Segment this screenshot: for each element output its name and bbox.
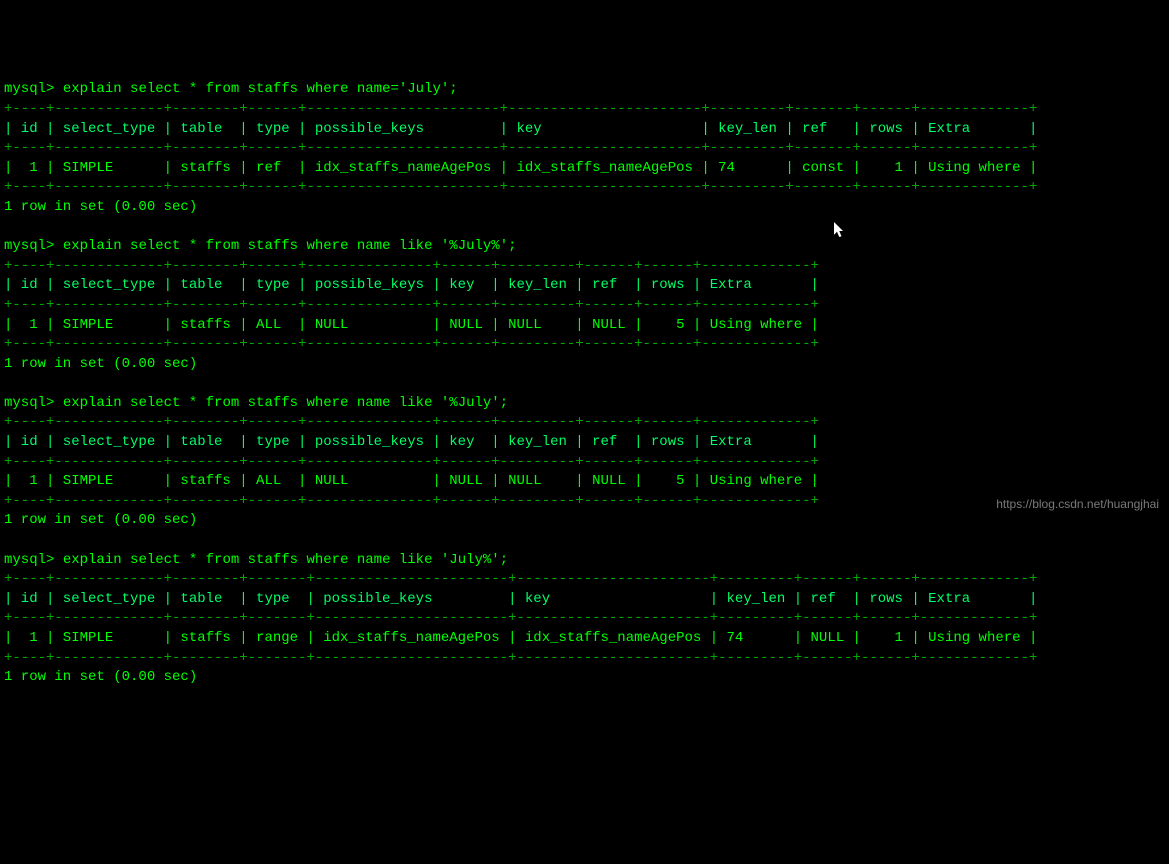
table-data-row: | 1 | SIMPLE | staffs | range | idx_staf…	[4, 630, 1037, 646]
table-data-row: | 1 | SIMPLE | staffs | ref | idx_staffs…	[4, 160, 1037, 176]
table-separator: +----+-------------+--------+------+----…	[4, 454, 819, 470]
table-data-row: | 1 | SIMPLE | staffs | ALL | NULL | NUL…	[4, 473, 819, 489]
mysql-prompt: mysql>	[4, 552, 54, 568]
table-separator: +----+-------------+--------+-------+---…	[4, 571, 1037, 587]
mysql-prompt: mysql>	[4, 81, 54, 97]
table-header-row: | id | select_type | table | type | poss…	[4, 591, 1037, 607]
result-footer: 1 row in set (0.00 sec)	[4, 669, 197, 685]
query-block-0: mysql> explain select * from staffs wher…	[4, 81, 1037, 215]
sql-statement: explain select * from staffs where name=…	[63, 81, 458, 97]
sql-statement: explain select * from staffs where name …	[63, 238, 517, 254]
terminal-output: mysql> explain select * from staffs wher…	[4, 80, 1165, 687]
table-header-row: | id | select_type | table | type | poss…	[4, 277, 819, 293]
table-separator: +----+-------------+--------+------+----…	[4, 493, 819, 509]
table-separator: +----+-------------+--------+------+----…	[4, 336, 819, 352]
result-footer: 1 row in set (0.00 sec)	[4, 199, 197, 215]
table-separator: +----+-------------+--------+-------+---…	[4, 650, 1037, 666]
result-footer: 1 row in set (0.00 sec)	[4, 356, 197, 372]
table-separator: +----+-------------+--------+------+----…	[4, 140, 1037, 156]
table-separator: +----+-------------+--------+-------+---…	[4, 610, 1037, 626]
table-separator: +----+-------------+--------+------+----…	[4, 101, 1037, 117]
mysql-prompt: mysql>	[4, 395, 54, 411]
mysql-prompt: mysql>	[4, 238, 54, 254]
table-separator: +----+-------------+--------+------+----…	[4, 258, 819, 274]
query-block-3: mysql> explain select * from staffs wher…	[4, 552, 1037, 686]
query-block-2: mysql> explain select * from staffs wher…	[4, 395, 819, 529]
query-block-1: mysql> explain select * from staffs wher…	[4, 238, 819, 372]
table-separator: +----+-------------+--------+------+----…	[4, 414, 819, 430]
table-header-row: | id | select_type | table | type | poss…	[4, 121, 1037, 137]
table-data-row: | 1 | SIMPLE | staffs | ALL | NULL | NUL…	[4, 317, 819, 333]
watermark-text: https://blog.csdn.net/huangjhai	[996, 496, 1159, 513]
sql-statement: explain select * from staffs where name …	[63, 552, 508, 568]
table-separator: +----+-------------+--------+------+----…	[4, 297, 819, 313]
table-separator: +----+-------------+--------+------+----…	[4, 179, 1037, 195]
sql-statement: explain select * from staffs where name …	[63, 395, 508, 411]
result-footer: 1 row in set (0.00 sec)	[4, 512, 197, 528]
table-header-row: | id | select_type | table | type | poss…	[4, 434, 819, 450]
